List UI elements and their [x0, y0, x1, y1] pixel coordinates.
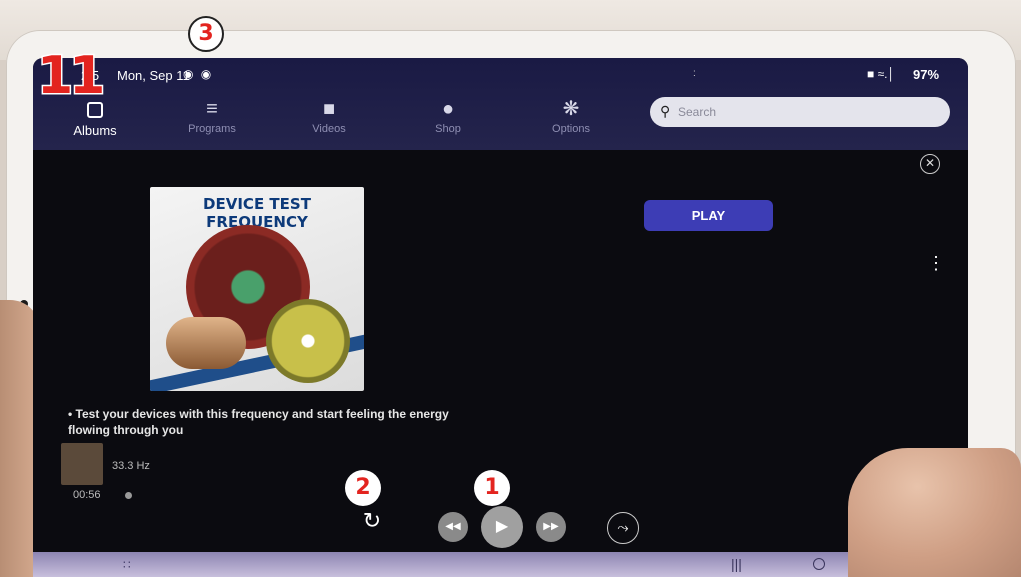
- tab-options[interactable]: ❋ Options: [521, 90, 621, 150]
- rewind-icon[interactable]: ◀◀: [438, 512, 468, 542]
- status-date: Mon, Sep 11: [117, 68, 190, 83]
- elapsed-time: 00:56: [73, 489, 101, 501]
- tab-label: Videos: [312, 123, 346, 135]
- tab-label: Shop: [435, 123, 461, 135]
- recent-apps-icon[interactable]: |||: [731, 556, 742, 572]
- repeat-icon[interactable]: ↻: [359, 508, 385, 538]
- now-playing-thumbnail[interactable]: [61, 443, 103, 485]
- close-icon[interactable]: ✕: [920, 154, 940, 174]
- list-icon: ≡: [206, 98, 218, 120]
- seek-handle[interactable]: [125, 492, 132, 499]
- notification-icons: ◉ ◉: [183, 67, 214, 81]
- tab-label: Programs: [188, 123, 236, 135]
- compass-icon: ●: [441, 98, 455, 120]
- battery-level: 97%: [913, 67, 940, 82]
- video-camera-icon: ■: [322, 98, 336, 120]
- search-placeholder: Search: [678, 105, 717, 119]
- cover-coil-graphic: [266, 299, 350, 383]
- callout-badge-1: 1: [474, 470, 510, 506]
- apps-grid-icon[interactable]: ∷: [123, 558, 131, 572]
- tab-videos[interactable]: ■ Videos: [279, 90, 379, 150]
- signal-icon: ■ ≈.│: [867, 67, 896, 81]
- step-number: 11: [35, 45, 106, 108]
- tab-label: Albums: [73, 123, 117, 138]
- more-options-icon[interactable]: ⋮: [927, 254, 945, 272]
- search-icon: ⚲: [660, 103, 671, 119]
- search-input[interactable]: ⚲ Search: [650, 97, 950, 127]
- status-bar: 2:5 Mon, Sep 11 ◉ ◉ : ■ ≈.│ 97%: [33, 58, 968, 90]
- cover-cylinder-graphic: [166, 317, 246, 369]
- tab-programs[interactable]: ≡ Programs: [162, 90, 262, 150]
- play-button[interactable]: PLAY: [644, 200, 773, 231]
- fast-forward-icon[interactable]: ▶▶: [536, 512, 566, 542]
- callout-badge-3: 3: [188, 16, 224, 52]
- album-cover: DEVICE TEST FREQUENCY: [150, 187, 364, 391]
- status-indicator: :: [693, 68, 696, 79]
- album-description: • Test your devices with this frequency …: [68, 407, 449, 437]
- tab-label: Options: [552, 123, 590, 135]
- home-icon[interactable]: [813, 558, 825, 570]
- shuffle-icon[interactable]: ⤳: [607, 512, 639, 544]
- gear-icon: ❋: [562, 98, 580, 120]
- tab-shop[interactable]: ● Shop: [398, 90, 498, 150]
- system-nav-bar: ∷ |||: [33, 552, 968, 577]
- now-playing-frequency: 33.3 Hz: [112, 460, 150, 472]
- right-hand: [848, 448, 1021, 577]
- callout-badge-2: 2: [345, 470, 381, 506]
- play-pause-icon[interactable]: ▶: [481, 506, 523, 548]
- main-tabs: Albums ≡ Programs ■ Videos ● Shop ❋ Opti…: [33, 90, 633, 150]
